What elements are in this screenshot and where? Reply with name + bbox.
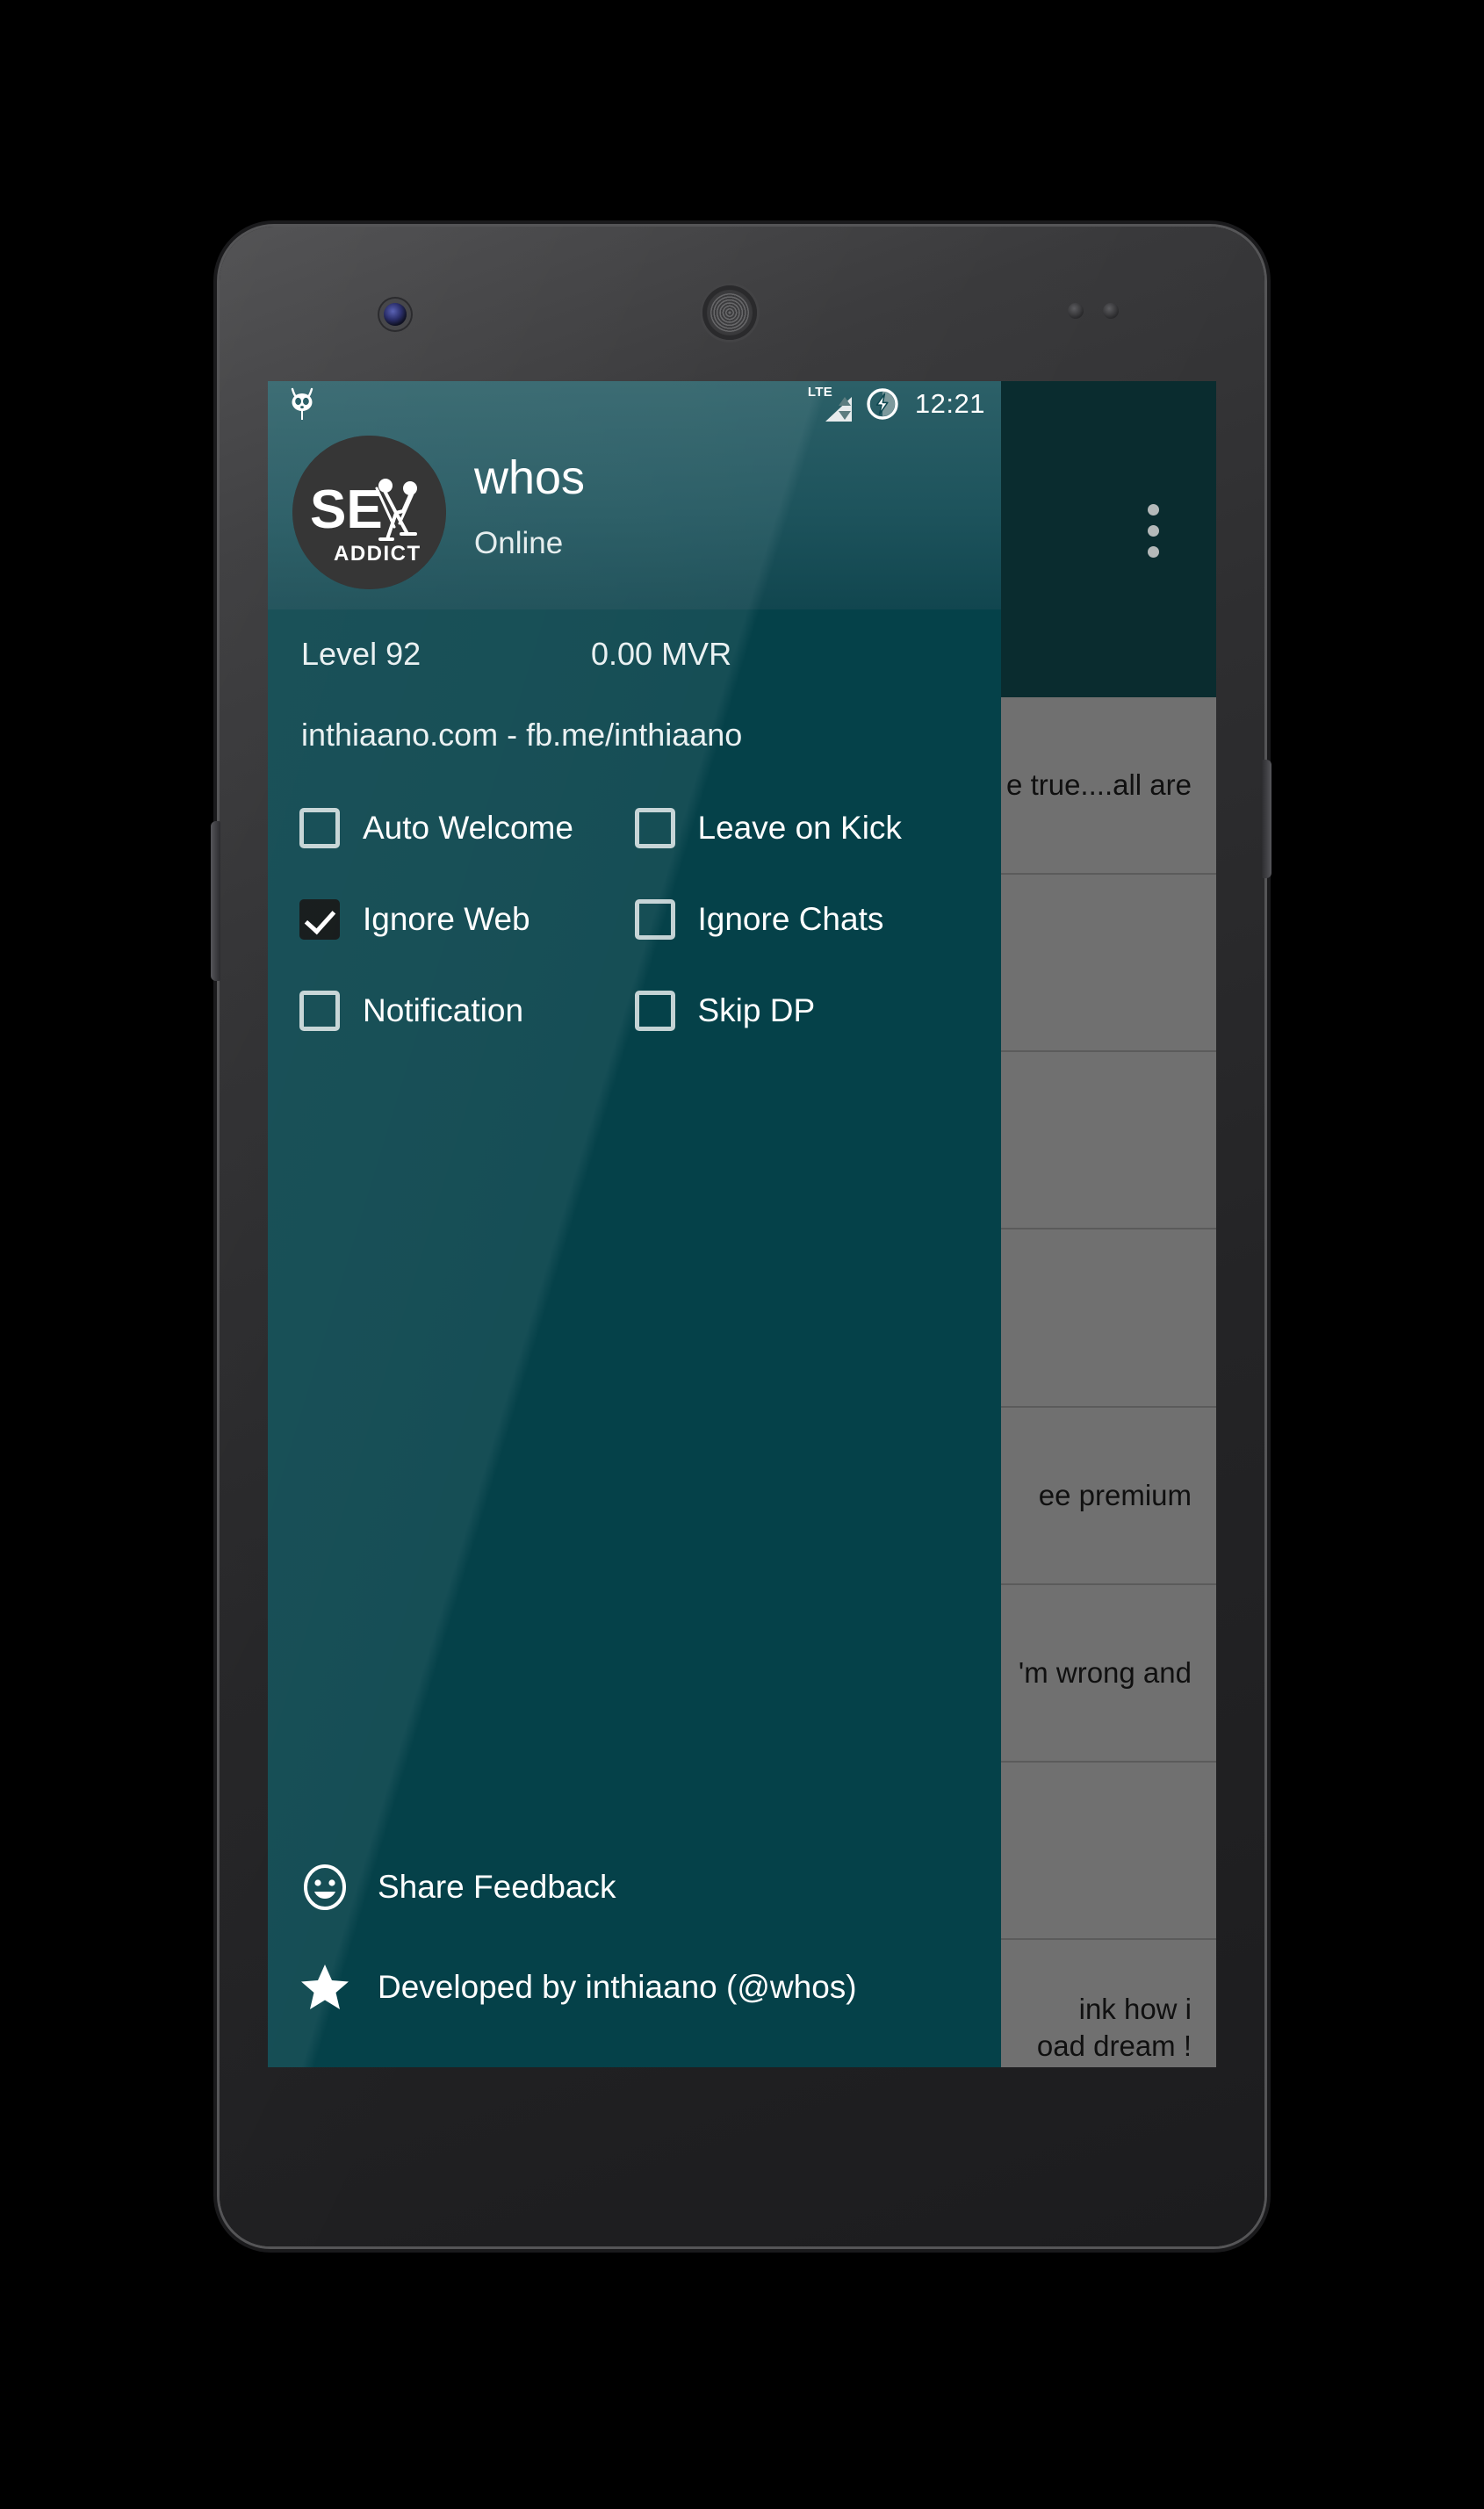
option-label: Notification: [363, 992, 524, 1028]
battery-charging-icon: [867, 388, 898, 420]
options-grid: Auto Welcome Leave on Kick Ignore Web Ig: [268, 753, 1001, 1031]
drawer-footer: Share Feedback Developed by inthiaano (@…: [268, 1837, 1001, 2067]
option-label: Auto Welcome: [363, 810, 573, 846]
svg-text:ADDICT: ADDICT: [334, 542, 421, 566]
balance-label: 0.00 MVR: [591, 636, 732, 672]
volume-button[interactable]: [211, 821, 220, 981]
option-label: Ignore Chats: [697, 901, 884, 937]
light-sensor-icon: [1103, 303, 1119, 319]
status-bar-clock: 12:21: [914, 388, 985, 419]
status-bar: LTE 12:21: [268, 381, 1001, 427]
option-leave-on-kick[interactable]: Leave on Kick: [634, 808, 970, 848]
profile-name: whos: [474, 451, 586, 504]
options-row: Notification Skip DP: [299, 991, 969, 1031]
share-feedback-button[interactable]: Share Feedback: [268, 1837, 1001, 1937]
power-button[interactable]: [1262, 760, 1271, 878]
options-row: Ignore Web Ignore Chats: [299, 899, 969, 940]
proximity-sensor-icon: [1068, 303, 1084, 319]
overflow-menu-icon[interactable]: [1130, 485, 1176, 576]
profile-status: Online: [474, 525, 564, 560]
smiley-face-icon: [299, 1862, 350, 1913]
earpiece-speaker-icon: [702, 285, 757, 340]
level-label: Level 92: [301, 636, 421, 672]
option-label: Ignore Web: [363, 901, 530, 937]
profile-block[interactable]: SE ADDICT whos Online: [292, 436, 585, 589]
links-label: inthiaano.com - fb.me/inthiaano: [301, 717, 743, 753]
footer-label: Developed by inthiaano (@whos): [378, 1969, 857, 2005]
developer-credit-button[interactable]: Developed by inthiaano (@whos): [268, 1937, 1001, 2037]
footer-label: Share Feedback: [378, 1869, 616, 1905]
cyanogenmod-icon: [287, 385, 317, 423]
svg-text:SE: SE: [310, 479, 383, 540]
option-skip-dp[interactable]: Skip DP: [634, 991, 970, 1031]
option-auto-welcome[interactable]: Auto Welcome: [299, 808, 635, 848]
phone-screen: e true....all are ee premium 'm wrong an…: [268, 381, 1216, 2067]
front-camera-icon: [384, 303, 407, 326]
option-ignore-web[interactable]: Ignore Web: [299, 899, 635, 940]
checkbox-notification[interactable]: [299, 991, 340, 1031]
option-label: Leave on Kick: [697, 810, 902, 846]
option-notification[interactable]: Notification: [299, 991, 635, 1031]
option-label: Skip DP: [697, 992, 816, 1028]
checkbox-skip-dp[interactable]: [634, 991, 675, 1031]
star-icon: [299, 1962, 350, 2013]
checkbox-ignore-chats[interactable]: [634, 899, 675, 940]
profile-meta: Level 92 0.00 MVR inthiaano.com - fb.me/…: [268, 609, 1001, 753]
checkbox-ignore-web[interactable]: [299, 899, 340, 940]
option-ignore-chats[interactable]: Ignore Chats: [634, 899, 970, 940]
checkbox-leave-on-kick[interactable]: [634, 808, 675, 848]
checkbox-auto-welcome[interactable]: [299, 808, 340, 848]
options-row: Auto Welcome Leave on Kick: [299, 808, 969, 848]
avatar[interactable]: SE ADDICT: [292, 436, 446, 589]
signal-bars-icon: LTE: [808, 385, 852, 422]
navigation-drawer: LTE 12:21 SE ADDICT whos Online Level 92…: [268, 381, 1001, 2067]
screenshot-stage: e true....all are ee premium 'm wrong an…: [0, 0, 1484, 2509]
